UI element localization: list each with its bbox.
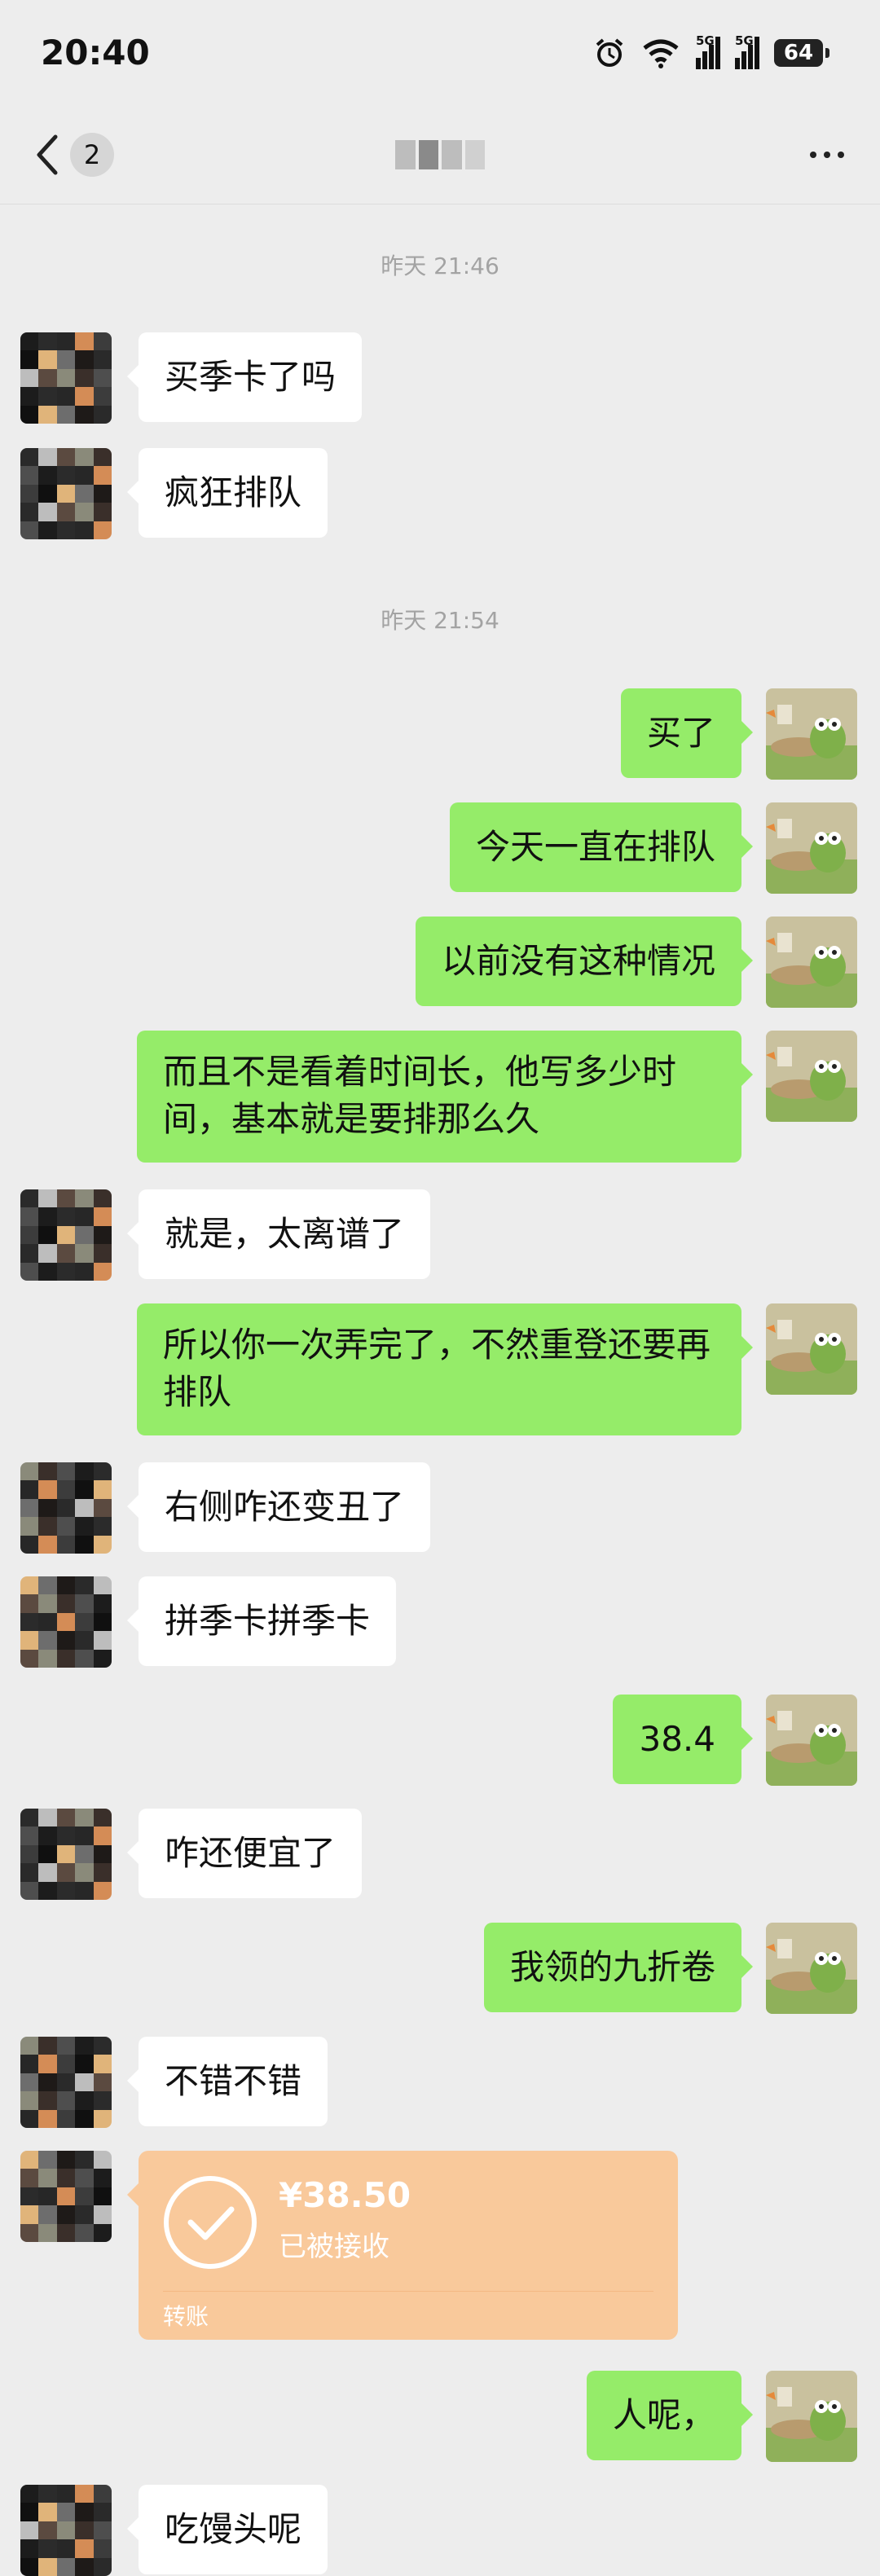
- transfer-card[interactable]: ¥38.50 已被接收转账: [127, 2151, 678, 2340]
- chevron-left-icon: [37, 134, 58, 175]
- chat-title-blurred: [395, 140, 485, 169]
- battery-level: 64: [783, 41, 814, 65]
- frog-avatar-image: [766, 1031, 857, 1122]
- contact-avatar[interactable]: [20, 2037, 112, 2128]
- my-avatar[interactable]: [766, 1031, 857, 1122]
- message-text: 而且不是看着时间长，他写多少时间，基本就是要排那么久: [163, 1052, 677, 1139]
- signal-2-icon: 5G: [735, 33, 759, 69]
- incoming-message[interactable]: 就是，太离谱了: [126, 1189, 431, 1279]
- contact-avatar[interactable]: [20, 1189, 112, 1281]
- timestamp: 昨天 21:46: [381, 253, 499, 279]
- message-text: 就是，太离谱了: [165, 1214, 405, 1254]
- message-text: 买了: [646, 713, 715, 753]
- message-text: 以前没有这种情况: [441, 941, 715, 981]
- frog-avatar-image: [766, 1695, 857, 1786]
- message-text: 人呢，: [612, 2395, 715, 2435]
- frog-avatar-image: [766, 2371, 857, 2462]
- frog-avatar-image: [766, 802, 857, 894]
- outgoing-message[interactable]: 以前没有这种情况: [415, 917, 754, 1006]
- outgoing-message[interactable]: 买了: [620, 688, 754, 778]
- contact-avatar[interactable]: [20, 2485, 112, 2576]
- incoming-message[interactable]: 右侧咋还变丑了: [126, 1462, 431, 1552]
- message-text: 拼季卡拼季卡: [165, 1601, 371, 1641]
- incoming-message[interactable]: 疯狂排队: [126, 448, 328, 538]
- message-text: 我领的九折卷: [509, 1947, 715, 1987]
- unread-count-badge: 2: [70, 133, 114, 177]
- outgoing-message[interactable]: 今天一直在排队: [449, 802, 754, 892]
- transfer-amount: ¥38.50: [279, 2175, 411, 2215]
- incoming-message[interactable]: 买季卡了吗: [126, 332, 363, 422]
- transfer-status: 已被接收: [279, 2231, 389, 2263]
- incoming-message[interactable]: 吃馒头呢: [126, 2485, 328, 2574]
- incoming-message[interactable]: 咋还便宜了: [126, 1809, 363, 1898]
- my-avatar[interactable]: [766, 802, 857, 894]
- my-avatar[interactable]: [766, 1695, 857, 1786]
- contact-avatar[interactable]: [20, 332, 112, 424]
- back-button[interactable]: 2: [33, 129, 122, 181]
- check-circle-icon: [164, 2176, 257, 2269]
- my-avatar[interactable]: [766, 1923, 857, 2014]
- timestamp: 昨天 21:54: [381, 607, 499, 634]
- outgoing-message[interactable]: 而且不是看着时间长，他写多少时间，基本就是要排那么久: [137, 1031, 753, 1163]
- message-text: 右侧咋还变丑了: [165, 1487, 405, 1527]
- message-text: 买季卡了吗: [165, 357, 337, 397]
- contact-avatar[interactable]: [20, 1462, 112, 1554]
- contact-avatar[interactable]: [20, 1809, 112, 1900]
- alarm-clock-icon: [596, 38, 623, 67]
- my-avatar[interactable]: [766, 688, 857, 780]
- contact-avatar[interactable]: [20, 448, 112, 539]
- status-icons: 5G 5G 64: [593, 33, 829, 73]
- message-text: 38.4: [639, 1719, 715, 1759]
- status-time: 20:40: [41, 33, 150, 73]
- incoming-message[interactable]: 不错不错: [126, 2037, 328, 2126]
- outgoing-message[interactable]: 所以你一次弄完了，不然重登还要再排队: [137, 1303, 753, 1435]
- battery-icon: 64: [774, 39, 829, 67]
- contact-avatar[interactable]: [20, 2151, 112, 2242]
- outgoing-message[interactable]: 我领的九折卷: [483, 1923, 754, 2012]
- message-text: 所以你一次弄完了，不然重登还要再排队: [163, 1325, 711, 1412]
- frog-avatar-image: [766, 688, 857, 780]
- my-avatar[interactable]: [766, 1303, 857, 1395]
- status-bar: 20:40 5G 5G 64: [0, 0, 880, 106]
- more-horizontal-icon: [810, 152, 844, 158]
- message-text: 咋还便宜了: [165, 1833, 337, 1873]
- frog-avatar-image: [766, 1923, 857, 2014]
- message-text: 今天一直在排队: [475, 827, 715, 867]
- my-avatar[interactable]: [766, 2371, 857, 2462]
- outgoing-message[interactable]: 38.4: [613, 1695, 753, 1784]
- contact-avatar[interactable]: [20, 1576, 112, 1668]
- outgoing-message[interactable]: 人呢，: [586, 2371, 754, 2460]
- transfer-label: 转账: [163, 2303, 209, 2330]
- message-text: 吃馒头呢: [165, 2509, 302, 2549]
- my-avatar[interactable]: [766, 917, 857, 1008]
- divider: [163, 2291, 653, 2292]
- message-text: 不错不错: [165, 2061, 302, 2101]
- chat-header: 2: [0, 106, 880, 204]
- frog-avatar-image: [766, 1303, 857, 1395]
- incoming-message[interactable]: 拼季卡拼季卡: [126, 1576, 397, 1666]
- signal-1-icon: 5G: [696, 33, 720, 69]
- more-options-button[interactable]: [799, 130, 856, 179]
- wifi-icon: [643, 39, 679, 68]
- message-text: 疯狂排队: [165, 473, 302, 512]
- frog-avatar-image: [766, 917, 857, 1008]
